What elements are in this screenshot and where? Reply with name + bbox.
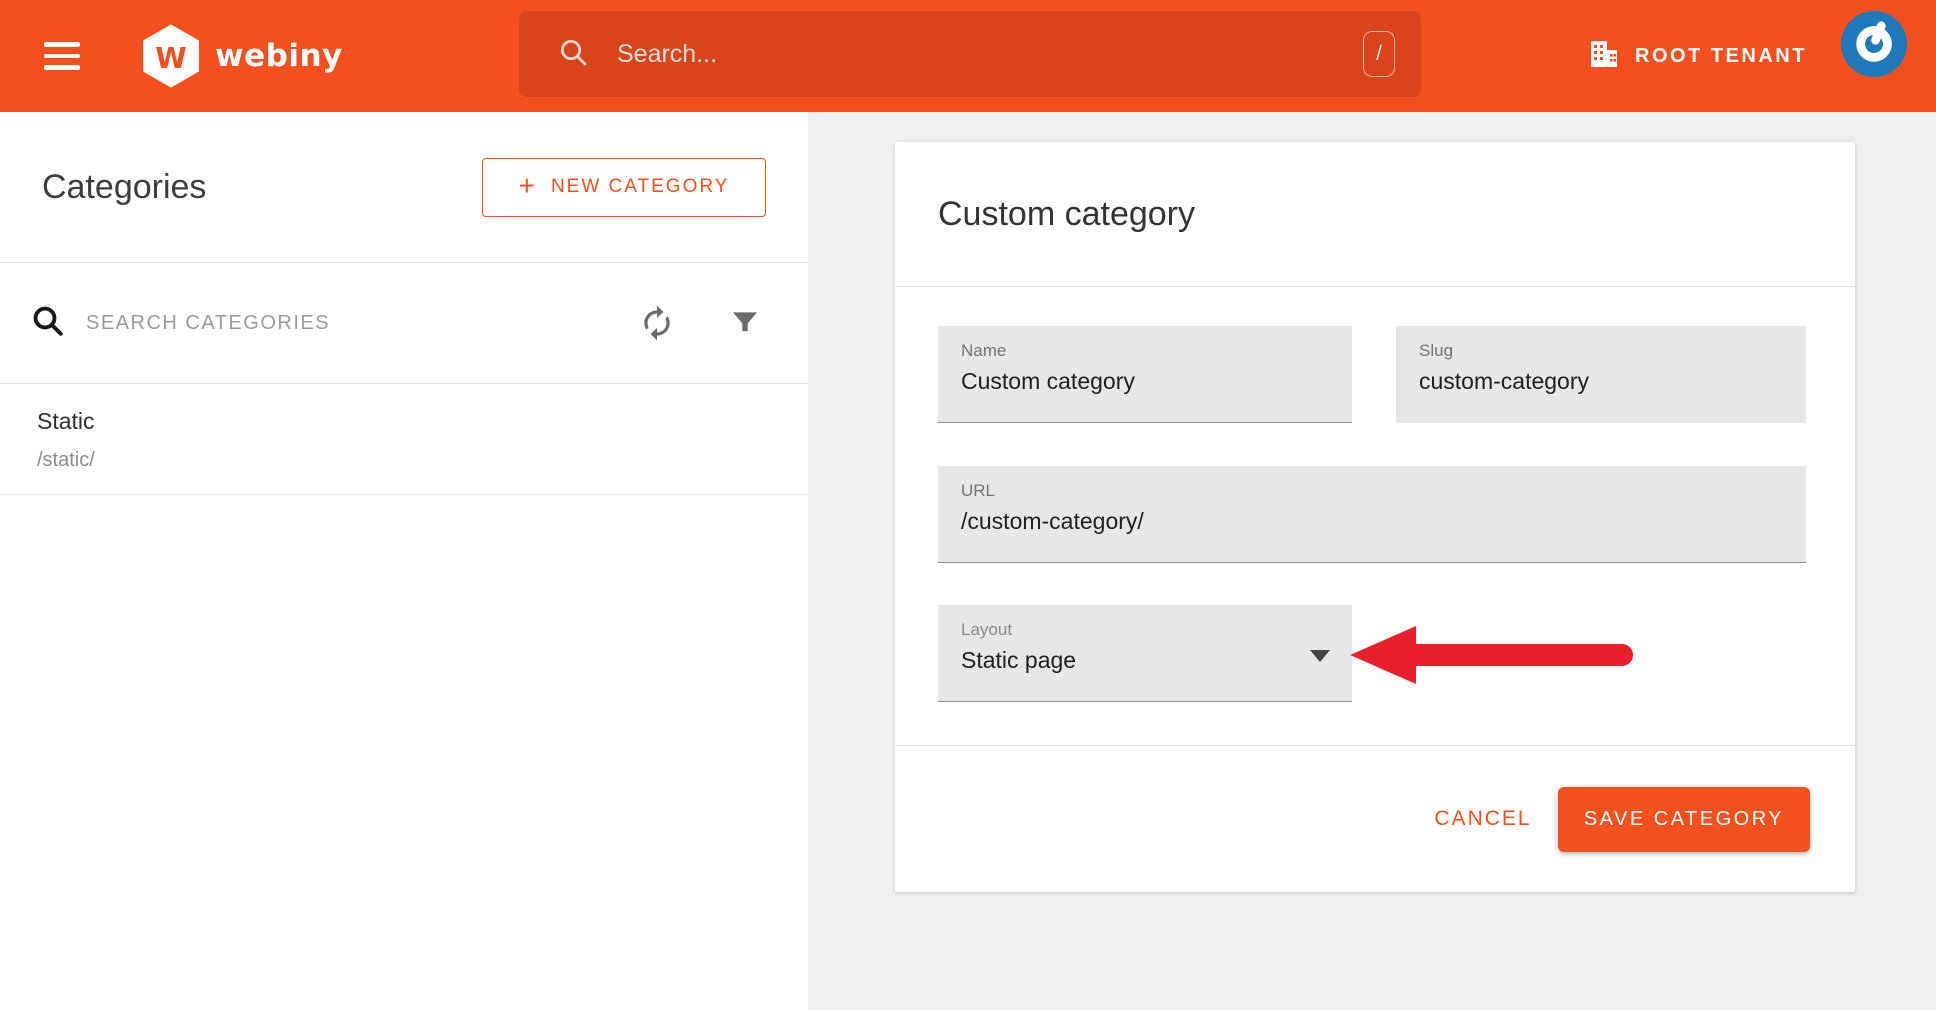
building-icon	[1586, 36, 1622, 77]
hamburger-menu-icon[interactable]	[44, 42, 80, 70]
search-categories-input[interactable]: SEARCH CATEGORIES	[86, 312, 638, 335]
chevron-down-icon[interactable]	[1310, 650, 1330, 662]
cancel-button[interactable]: CANCEL	[1403, 789, 1563, 849]
tenant-name: ROOT TENANT	[1635, 45, 1807, 68]
page-title: Categories	[42, 168, 206, 207]
app-header: W webiny Search... /	[0, 0, 1936, 112]
form-footer: CANCEL SAVE CATEGORY	[895, 745, 1855, 892]
search-icon	[557, 36, 589, 73]
category-form-card: Custom category Name Custom category Slu…	[895, 142, 1855, 892]
new-category-button[interactable]: + NEW CATEGORY	[482, 158, 766, 217]
url-value: /custom-category/	[961, 508, 1786, 535]
search-categories-icon	[30, 303, 66, 344]
keyboard-shortcut-badge: /	[1363, 31, 1395, 77]
details-panel: Custom category Name Custom category Slu…	[808, 112, 1936, 1010]
name-value: Custom category	[961, 368, 1332, 395]
annotation-arrow	[1348, 624, 1636, 691]
category-url: /static/	[37, 449, 808, 472]
webiny-logo[interactable]: W webiny	[140, 23, 343, 89]
name-field[interactable]: Name Custom category	[938, 326, 1352, 423]
plus-icon: +	[519, 172, 535, 200]
slug-label: Slug	[1419, 341, 1786, 361]
category-list-item-static[interactable]: Static /static/	[0, 384, 808, 494]
categories-list-panel: Categories + NEW CATEGORY SEARCH CATEGOR…	[0, 112, 808, 1010]
search-placeholder: Search...	[617, 40, 717, 69]
name-label: Name	[961, 341, 1332, 361]
user-avatar[interactable]	[1841, 11, 1907, 77]
filter-icon[interactable]	[728, 306, 762, 340]
svg-text:W: W	[155, 42, 186, 75]
brand-name: webiny	[215, 38, 343, 74]
form-title: Custom category	[938, 195, 1195, 234]
divider	[895, 286, 1855, 287]
tenant-selector[interactable]: ROOT TENANT	[1586, 0, 1807, 112]
category-name: Static	[37, 408, 808, 435]
save-category-button[interactable]: SAVE CATEGORY	[1558, 787, 1810, 852]
url-field: URL /custom-category/	[938, 466, 1806, 563]
layout-label: Layout	[961, 620, 1332, 640]
layout-value: Static page	[961, 647, 1332, 674]
slug-value: custom-category	[1419, 368, 1786, 395]
slug-field: Slug custom-category	[1396, 326, 1806, 423]
url-label: URL	[961, 481, 1786, 501]
global-search-input[interactable]: Search... /	[519, 11, 1421, 97]
refresh-icon[interactable]	[638, 304, 676, 342]
webiny-hexagon-icon: W	[140, 23, 202, 89]
divider	[0, 494, 808, 495]
layout-select[interactable]: Layout Static page	[938, 605, 1352, 702]
